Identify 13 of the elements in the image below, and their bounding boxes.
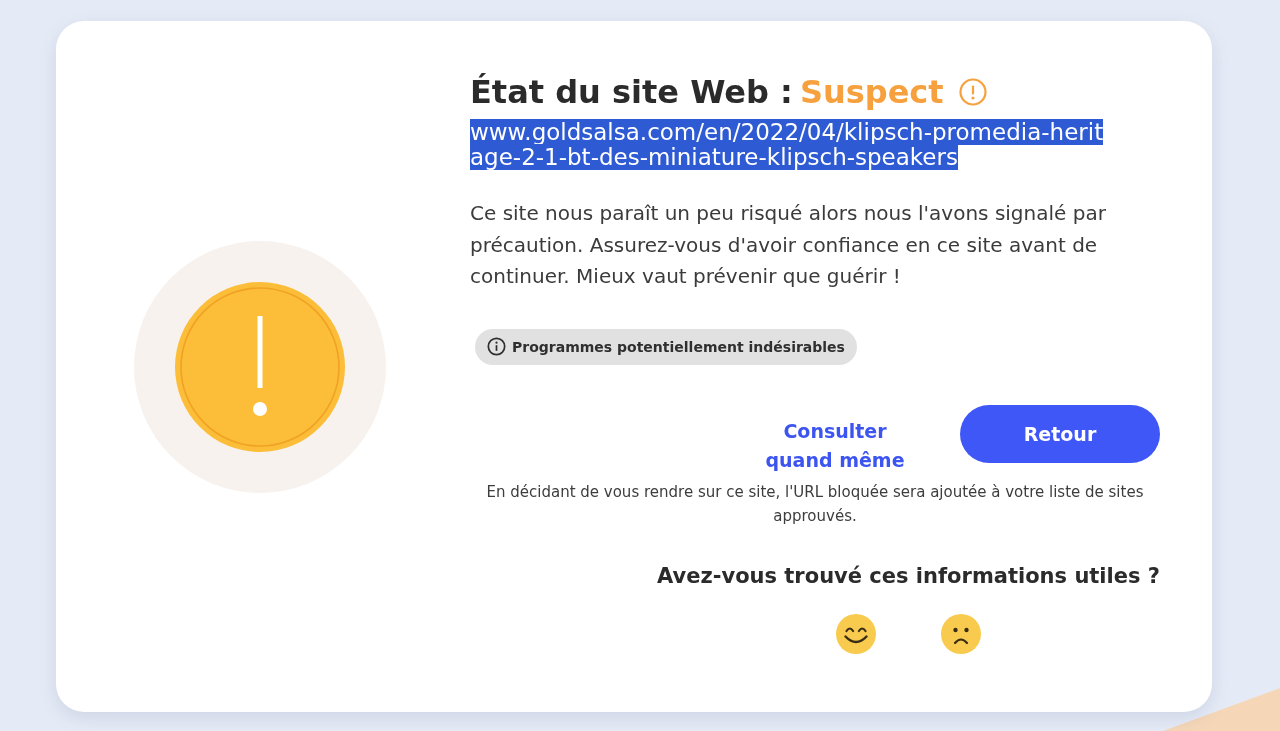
back-button[interactable]: Retour [960, 404, 1160, 463]
info-icon [487, 337, 506, 356]
feedback-question: Avez-vous trouvé ces informations utiles ? [657, 562, 1160, 590]
frowning-face-icon[interactable] [941, 613, 982, 654]
smiling-face-icon[interactable] [836, 613, 877, 654]
description-text: Ce site nous paraît un peu risqué alors nous l'avons signalé par précaution. Assurez-vous d'avoir confiance en ce site avant de continuer. Mieux vaut prévenir que guérir ! [470, 200, 1107, 290]
tag-label: Programmes potentiellement indésirables [512, 338, 845, 355]
note-text: En décidant de vous rendre sur ce site, l'URL bloquée sera ajoutée à votre liste de sites approuvés. [485, 481, 1145, 527]
continue-link[interactable]: Consulter quand même [760, 416, 910, 475]
status-value: Suspect [799, 72, 944, 112]
url-text: www.goldsalsa.com/en/2022/04/klipsch-promedia-heritage-2-1-bt-des-miniature-klipsch-speakers [470, 120, 1105, 170]
status-label: État du site Web : [470, 72, 793, 112]
exclamation-circle-icon [958, 78, 987, 106]
